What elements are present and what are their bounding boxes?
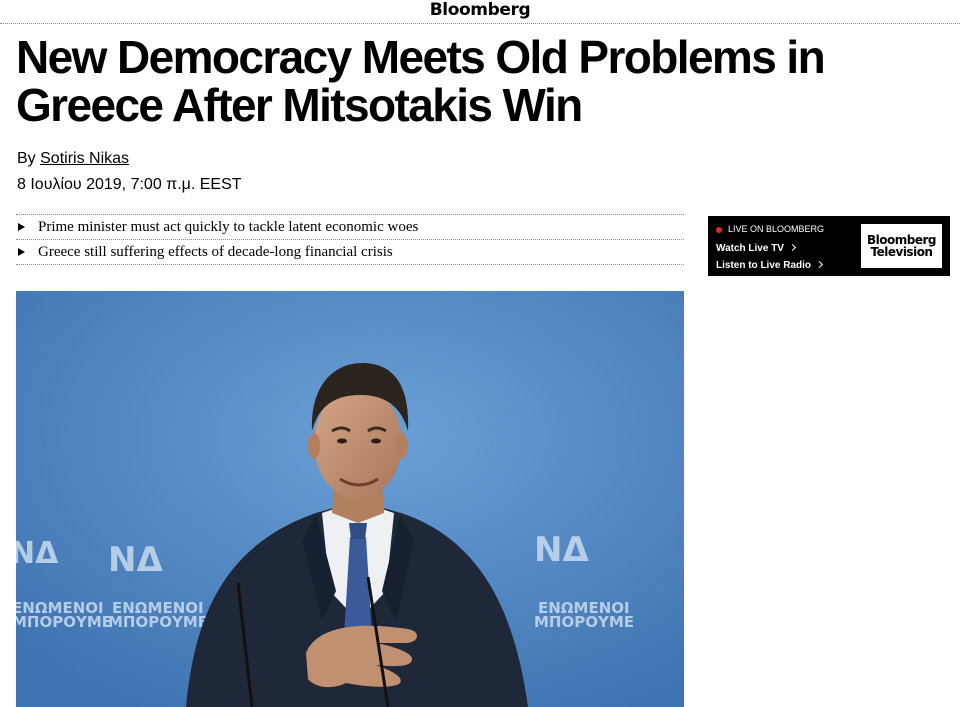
- eye-left: [337, 438, 347, 444]
- author-link[interactable]: Sotiris Nikas: [40, 150, 129, 167]
- backdrop-slogan-edge-2: ΜΠΟΡΟΥΜΕ: [16, 613, 112, 631]
- triangle-bullet-icon: [18, 248, 25, 256]
- watch-live-tv-link[interactable]: Watch Live TV: [716, 243, 797, 255]
- watch-live-tv-text: Watch Live TV: [716, 243, 784, 254]
- backdrop-logo-edge: ΝΔ: [16, 536, 59, 571]
- chevron-right-icon: [788, 243, 797, 252]
- summary-bullet-text: Greece still suffering effects of decade…: [38, 244, 393, 260]
- backdrop-slogan-left-2: ΜΠΟΡΟΥΜΕ: [108, 613, 208, 631]
- bloomberg-television-logo[interactable]: Bloomberg Television: [861, 224, 942, 268]
- listen-live-radio-text: Listen to Live Radio: [716, 260, 812, 271]
- backdrop-logo-right: ΝΔ: [534, 530, 589, 570]
- btv-logo-line2: Television: [870, 245, 933, 259]
- bloomberg-logo[interactable]: Bloomberg: [430, 0, 531, 20]
- article-headline: New Democracy Meets Old Problems in Gree…: [16, 31, 826, 131]
- summary-bullet-text: Prime minister must act quickly to tackl…: [38, 219, 419, 235]
- tie-knot: [349, 523, 367, 539]
- live-dot-icon: [716, 226, 722, 233]
- backdrop-logo-left: ΝΔ: [108, 540, 163, 580]
- live-on-bloomberg-widget: LIVE ON BLOOMBERG Watch Live TV Listen t…: [708, 216, 950, 276]
- publish-date: 8 Ιουλίου 2019, 7:00 π.μ. EEST: [17, 176, 242, 193]
- byline-prefix: By: [17, 150, 36, 167]
- photo-illustration: ΝΔ ΝΔ ΝΔ ΕΝΩΜΕΝΟΙ ΜΠΟΡΟΥΜΕ ΕΝΩΜΕΝΟΙ ΜΠΟΡ…: [16, 291, 684, 707]
- summary-bullet: Prime minister must act quickly to tackl…: [16, 215, 684, 240]
- eye-right: [371, 438, 381, 444]
- live-label: LIVE ON BLOOMBERG: [716, 224, 824, 235]
- byline: By Sotiris Nikas: [17, 149, 129, 169]
- chevron-right-icon: [815, 260, 824, 269]
- ear-right: [396, 433, 408, 459]
- summary-bullet: Greece still suffering effects of decade…: [16, 240, 684, 265]
- backdrop-slogan-right-2: ΜΠΟΡΟΥΜΕ: [534, 613, 634, 631]
- summary-bullets: Prime minister must act quickly to tackl…: [16, 214, 684, 265]
- ear-left: [308, 433, 320, 459]
- listen-live-radio-link[interactable]: Listen to Live Radio: [716, 260, 824, 272]
- article-photo: ΝΔ ΝΔ ΝΔ ΕΝΩΜΕΝΟΙ ΜΠΟΡΟΥΜΕ ΕΝΩΜΕΝΟΙ ΜΠΟΡ…: [16, 291, 684, 707]
- live-label-text: LIVE ON BLOOMBERG: [728, 224, 825, 234]
- triangle-bullet-icon: [18, 223, 25, 231]
- top-bar: Bloomberg: [0, 0, 960, 24]
